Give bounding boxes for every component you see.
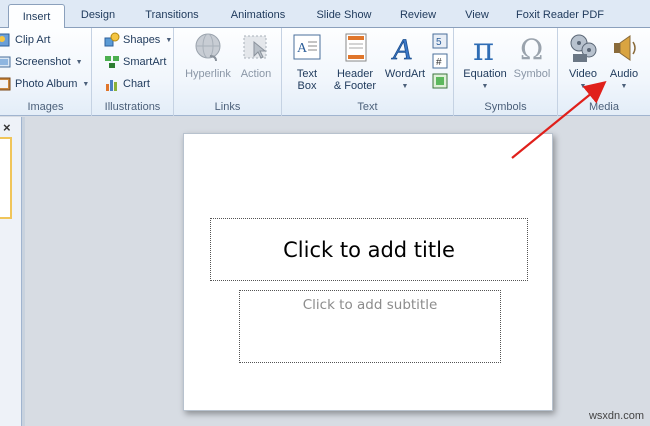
header-footer-icon <box>339 32 371 64</box>
group-label-media: Media <box>589 101 619 113</box>
wordart-label: WordArt <box>384 68 426 80</box>
shapes-label: Shapes <box>123 34 161 46</box>
svg-text:#: # <box>436 57 442 68</box>
text-box-label-line2: Box <box>297 80 317 92</box>
chart-label: Chart <box>123 78 150 90</box>
slide-thumbnail[interactable] <box>0 137 12 219</box>
subtitle-placeholder[interactable]: Click to add subtitle <box>239 290 501 363</box>
smartart-button[interactable]: SmartArt <box>104 52 166 72</box>
group-label-illustrations: Illustrations <box>104 101 161 113</box>
clip-art-label: Clip Art <box>15 34 51 46</box>
group-images: Clip Art Screenshot ▼ Photo Album ▼ Imag… <box>0 28 92 116</box>
text-box-label-line1: Text <box>296 68 318 80</box>
date-time-button[interactable]: 5 <box>432 31 448 51</box>
audio-button[interactable]: Audio ▼ <box>604 30 644 93</box>
equation-label: Equation <box>463 68 507 80</box>
svg-text:π: π <box>473 32 494 64</box>
close-pane-icon[interactable]: × <box>3 120 11 135</box>
watermark: wsxdn.com <box>588 410 644 422</box>
tab-animations[interactable]: Animations <box>220 7 296 27</box>
ribbon: Clip Art Screenshot ▼ Photo Album ▼ Imag… <box>0 28 650 116</box>
video-label: Video <box>569 68 597 80</box>
chevron-down-icon: ▼ <box>165 36 173 44</box>
header-footer-label-line1: Header <box>336 68 374 80</box>
title-placeholder[interactable]: Click to add title <box>210 218 528 281</box>
text-box-icon: A <box>291 32 323 64</box>
shapes-icon <box>104 32 120 48</box>
hyperlink-button[interactable]: Hyperlink <box>182 30 234 80</box>
video-button[interactable]: Video ▼ <box>562 30 604 93</box>
chevron-down-icon: ▼ <box>82 80 90 88</box>
omega-icon: Ω <box>516 32 548 66</box>
wordart-button[interactable]: A WordArt ▼ <box>382 30 428 93</box>
header-footer-button[interactable]: Header & Footer <box>330 30 380 92</box>
pi-icon: π <box>469 30 501 68</box>
symbol-button[interactable]: Ω Symbol <box>512 30 552 80</box>
chart-button[interactable]: Chart <box>104 74 150 94</box>
equation-button[interactable]: π Equation ▼ <box>460 30 510 93</box>
hyperlink-label: Hyperlink <box>185 68 231 80</box>
group-media: Video ▼ Audio ▼ Media <box>558 28 650 116</box>
wordart-icon: A <box>389 32 421 67</box>
group-symbols: π Equation ▼ Ω Symbol Symbols <box>454 28 558 116</box>
tab-foxit-reader-pdf[interactable]: Foxit Reader PDF <box>508 7 612 27</box>
slide-number-button[interactable]: # <box>432 51 448 71</box>
photo-album-icon <box>0 76 12 92</box>
object-button[interactable] <box>432 71 448 91</box>
smartart-label: SmartArt <box>123 56 167 68</box>
tab-design[interactable]: Design <box>72 7 124 27</box>
clip-art-button[interactable]: Clip Art <box>0 30 50 50</box>
group-text: A Text Box Header & Footer A WordArt ▼ 5 <box>282 28 454 116</box>
group-label-text: Text <box>357 101 378 113</box>
screenshot-icon <box>0 54 12 70</box>
chevron-down-icon: ▼ <box>75 58 83 66</box>
chevron-down-icon: ▼ <box>579 83 587 90</box>
screenshot-label: Screenshot <box>15 56 71 68</box>
ribbon-tab-bar: Insert Design Transitions Animations Sli… <box>0 0 650 29</box>
group-label-symbols: Symbols <box>484 101 527 113</box>
action-button[interactable]: Action <box>236 30 276 80</box>
audio-label: Audio <box>609 68 639 80</box>
group-label-images: Images <box>27 101 64 113</box>
symbol-label: Symbol <box>513 68 551 80</box>
slide-number-icon: # <box>432 53 448 69</box>
text-box-button[interactable]: A Text Box <box>288 30 326 92</box>
chart-icon <box>104 76 120 92</box>
group-label-links: Links <box>214 101 241 113</box>
tab-transitions[interactable]: Transitions <box>133 7 211 27</box>
slide-canvas: Click to add title Click to add subtitle <box>183 133 553 411</box>
svg-text:Ω: Ω <box>520 33 543 64</box>
chevron-down-icon: ▼ <box>481 83 489 90</box>
action-icon <box>240 32 272 64</box>
tab-slide-show[interactable]: Slide Show <box>306 7 382 27</box>
speaker-icon <box>608 32 640 64</box>
object-icon <box>432 73 448 89</box>
clip-art-icon <box>0 32 12 48</box>
photo-album-button[interactable]: Photo Album ▼ <box>0 74 89 94</box>
photo-album-label: Photo Album <box>15 78 78 90</box>
group-illustrations: Shapes ▼ SmartArt Chart Illustrations <box>92 28 174 116</box>
date-time-icon: 5 <box>432 33 448 49</box>
header-footer-label-line2: & Footer <box>333 80 377 92</box>
chevron-down-icon: ▼ <box>401 83 409 90</box>
svg-text:A: A <box>391 33 412 64</box>
tab-insert[interactable]: Insert <box>8 4 65 29</box>
pane-splitter[interactable] <box>22 117 25 426</box>
shapes-button[interactable]: Shapes ▼ <box>104 30 172 50</box>
film-reel-icon <box>567 32 599 64</box>
smartart-icon <box>104 54 120 70</box>
screenshot-button[interactable]: Screenshot ▼ <box>0 52 83 72</box>
group-links: Hyperlink Action Links <box>174 28 282 116</box>
tab-view[interactable]: View <box>454 7 500 27</box>
svg-text:A: A <box>297 41 308 56</box>
hyperlink-icon <box>192 32 224 64</box>
action-label: Action <box>240 68 272 80</box>
tab-review[interactable]: Review <box>392 7 444 27</box>
chevron-down-icon: ▼ <box>620 83 628 90</box>
svg-text:5: 5 <box>436 37 442 48</box>
